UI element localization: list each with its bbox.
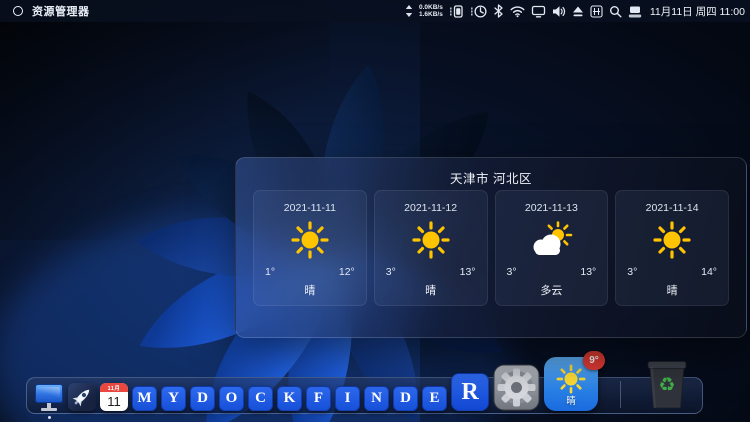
window-switcher-icon[interactable] (628, 5, 642, 18)
menu-logo-icon[interactable] (13, 6, 23, 16)
temperature-badge: 9° (583, 351, 605, 370)
weather-location: 天津市 河北区 (236, 168, 746, 187)
dock-letter-y[interactable]: Y (161, 386, 186, 411)
launchpad-rocket-icon[interactable] (68, 383, 96, 411)
dock-letter-d[interactable]: D (190, 386, 215, 411)
dock-letter-d2[interactable]: D (393, 386, 418, 411)
forecast-condition: 多云 (496, 282, 608, 298)
input-method-icon[interactable] (590, 5, 603, 18)
forecast-card: 2021-11-14 3° 14° 晴 (615, 190, 729, 306)
dock-separator (620, 381, 621, 408)
monitor-screen (35, 384, 63, 403)
calendar-day: 11 (100, 392, 128, 411)
upload-speed: 0.0KB/s (419, 4, 443, 12)
sunny-icon (254, 214, 366, 266)
active-app-title[interactable]: 资源管理器 (32, 3, 90, 19)
display-icon[interactable] (531, 5, 546, 18)
dock-letter-e[interactable]: E (422, 386, 447, 411)
cpu-usage-icon[interactable] (470, 4, 487, 19)
high-temp: 13° (460, 266, 476, 278)
recycle-symbol: ♻ (644, 374, 690, 396)
dock-letter-o[interactable]: O (219, 386, 244, 411)
finder-monitor-icon[interactable] (34, 384, 64, 411)
sunny-icon (616, 214, 728, 266)
high-temp: 14° (701, 266, 717, 278)
dock-items: 11月 11 M Y D O C K F I N D E R (34, 357, 598, 411)
search-icon[interactable] (609, 5, 622, 18)
memory-usage-icon[interactable] (449, 4, 464, 19)
wifi-icon[interactable] (510, 5, 525, 18)
dock-letter-c[interactable]: C (248, 386, 273, 411)
forecast-condition: 晴 (616, 282, 728, 298)
low-temp: 1° (265, 266, 275, 278)
dock-letter-i[interactable]: I (335, 386, 360, 411)
dock-letter-m[interactable]: M (132, 386, 157, 411)
low-temp: 3° (507, 266, 517, 278)
forecast-date: 2021-11-11 (254, 202, 366, 214)
running-indicator-dot (48, 416, 51, 419)
bluetooth-icon[interactable] (493, 4, 504, 18)
weather-forecast-row: 2021-11-11 1° 12° 晴 2021-11-12 (253, 190, 729, 306)
eject-icon[interactable] (572, 5, 584, 18)
low-temp: 3° (386, 266, 396, 278)
recycle-bin-icon[interactable]: ♻ (644, 359, 690, 409)
calendar-month: 11月 (100, 383, 128, 392)
dock-letter-f[interactable]: F (306, 386, 331, 411)
settings-gear-icon[interactable] (493, 364, 540, 411)
dock-r-app-icon[interactable]: R (451, 373, 489, 411)
high-temp: 13° (580, 266, 596, 278)
network-updown-icon[interactable] (405, 4, 413, 18)
dock-letter-k[interactable]: K (277, 386, 302, 411)
weather-app-icon[interactable]: 晴 9° (544, 357, 598, 411)
download-speed: 1.6KB/s (419, 11, 443, 19)
calendar-icon[interactable]: 11月 11 (100, 383, 128, 411)
low-temp: 3° (627, 266, 637, 278)
forecast-card: 2021-11-11 1° 12° 晴 (253, 190, 367, 306)
partly-cloudy-icon (496, 214, 608, 266)
weather-panel: 天津市 河北区 2021-11-11 1° 12° 晴 (235, 157, 747, 338)
weather-tile-condition: 晴 (566, 393, 576, 407)
network-speed-readout: 0.0KB/s 1.6KB/s (419, 4, 443, 19)
forecast-card: 2021-11-13 3° 13° 多 (495, 190, 609, 306)
forecast-date: 2021-11-13 (496, 202, 608, 214)
forecast-condition: 晴 (375, 282, 487, 298)
high-temp: 12° (339, 266, 355, 278)
forecast-date: 2021-11-12 (375, 202, 487, 214)
sunny-icon (375, 214, 487, 266)
forecast-condition: 晴 (254, 282, 366, 298)
menu-clock[interactable]: 11月11日 周四 11:00 (648, 4, 745, 19)
volume-icon[interactable] (552, 5, 566, 18)
dock-letter-n[interactable]: N (364, 386, 389, 411)
forecast-date: 2021-11-14 (616, 202, 728, 214)
menu-bar: 资源管理器 0.0KB/s 1.6KB/s (0, 0, 750, 22)
desktop: 资源管理器 0.0KB/s 1.6KB/s (0, 0, 750, 422)
monitor-base (41, 408, 57, 411)
forecast-card: 2021-11-12 3° 13° 晴 (374, 190, 488, 306)
